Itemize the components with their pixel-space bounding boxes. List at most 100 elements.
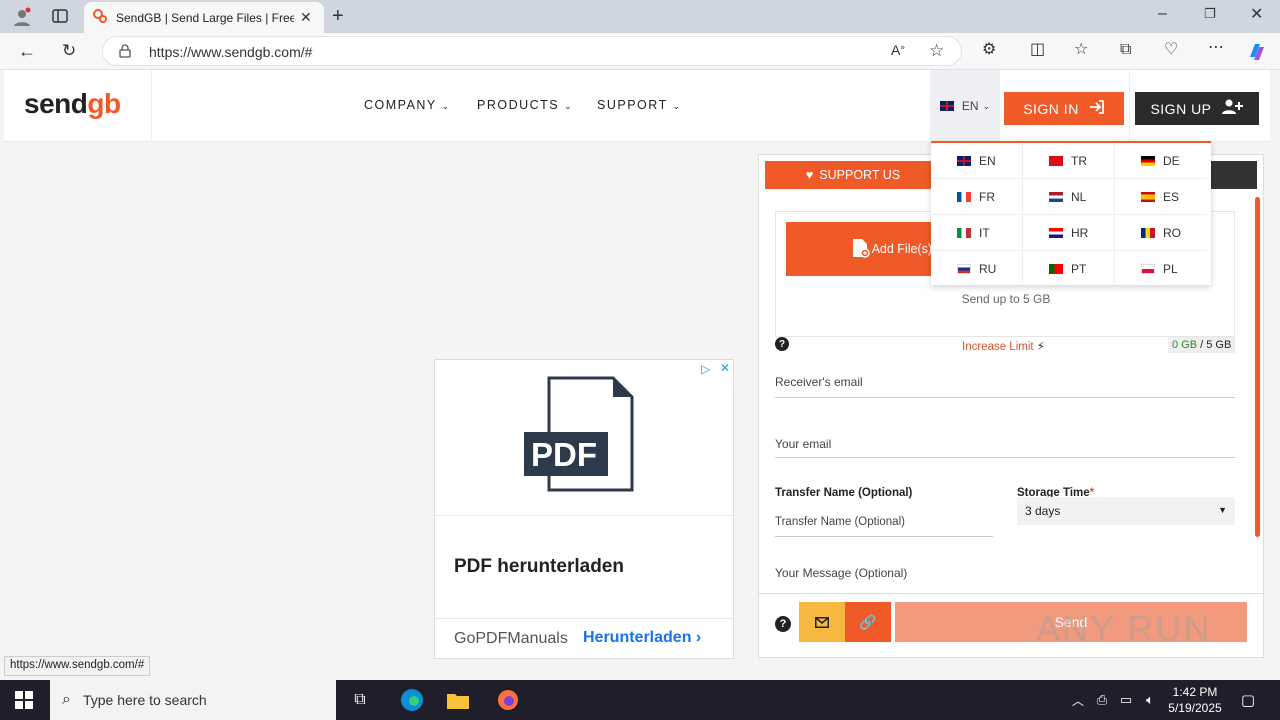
language-option-pt[interactable]: PT [1023,251,1115,287]
language-option-ro[interactable]: RO [1115,215,1207,251]
new-tab-icon[interactable]: + [332,6,344,26]
close-window-icon[interactable]: ✕ [1250,7,1263,23]
hr-flag-icon [1049,227,1063,238]
tab-actions-icon[interactable] [52,8,68,28]
language-option-en[interactable]: EN [931,143,1023,179]
ad-title[interactable]: PDF herunterladen [454,556,624,578]
nav-support[interactable]: SUPPORT ⌄ [597,98,682,112]
file-add-icon [852,238,870,261]
status-bar-url: https://www.sendgb.com/# [4,656,151,676]
close-tab-icon[interactable]: ✕ [300,9,312,26]
ad-cta-link[interactable]: Herunterladen › [583,629,701,647]
usb-icon[interactable]: ⎙ [1090,688,1114,712]
help-icon[interactable]: ? [775,337,789,351]
language-option-it[interactable]: IT [931,215,1023,251]
browser-essentials-icon[interactable]: ♡ [1164,42,1178,58]
sign-up-label: SIGN UP [1150,100,1212,117]
volume-icon[interactable]: 🔈︎ [1138,688,1162,712]
profile-icon[interactable] [12,7,32,31]
transfer-name-input[interactable]: Transfer Name (Optional) [775,516,993,528]
pt-flag-icon [1049,264,1063,274]
windows-start-icon[interactable] [12,688,36,712]
panel-top-bar[interactable] [1209,161,1257,189]
fr-flag-icon [957,191,971,202]
ad-brand[interactable]: GoPDFManuals [454,630,568,648]
language-option-nl[interactable]: NL [1023,179,1115,215]
language-option-ru[interactable]: RU [931,251,1023,287]
language-option-tr[interactable]: TR [1023,143,1115,179]
sign-up-button[interactable]: SIGN UP [1135,92,1259,125]
advertisement[interactable]: ▷ ✕ PDF PDF herunterladen GoPDFManuals H… [434,359,734,659]
caret-down-icon: ▼ [1218,505,1227,515]
receiver-email-input[interactable]: Receiver's email [775,375,1235,389]
favorite-star-icon[interactable]: ☆ [929,42,944,59]
message-input[interactable]: Your Message (Optional) [775,566,1235,580]
add-files-button[interactable]: Add File(s) [786,222,936,276]
browser-tab-bar: SendGB | Send Large Files | Free f ✕ + –… [0,0,1280,33]
language-code: ES [1163,189,1180,204]
language-option-es[interactable]: ES [1115,179,1207,215]
nav-company[interactable]: COMPANY ⌄ [364,98,451,112]
clock-date: 5/19/2025 [1168,701,1222,715]
more-menu-icon[interactable]: ⋯ [1208,40,1224,56]
taskbar-search[interactable]: ⌕ Type here to search [50,680,336,720]
edge-taskbar-icon[interactable] [398,688,426,712]
sendgb-logo[interactable]: sendgb [24,88,121,120]
storage-time-select[interactable]: 3 days ▼ [1017,497,1235,525]
usage-used: 0 GB [1172,339,1198,351]
back-icon[interactable]: ← [18,42,36,60]
nl-flag-icon [1049,191,1063,202]
nav-products-label: PRODUCTS [477,98,560,112]
logo-text-g: g [87,88,104,119]
ru-flag-icon [957,264,971,274]
show-hidden-icons-icon[interactable]: ︿ [1066,688,1090,712]
taskbar-clock[interactable]: 1:42 PM 5/19/2025 [1160,684,1230,716]
split-screen-icon[interactable]: ◫ [1030,42,1045,58]
firefox-icon[interactable] [496,688,520,712]
your-email-underline [775,457,1235,458]
nav-products[interactable]: PRODUCTS ⌄ [477,98,573,112]
increase-limit-label: Increase Limit [962,341,1034,353]
nav-support-label: SUPPORT [597,98,668,112]
search-icon: ⌕ [62,691,71,708]
transfer-name-label: Transfer Name (Optional) [775,487,913,499]
support-us-button[interactable]: ♥ SUPPORT US [765,161,941,189]
restore-icon[interactable]: ❐ [1204,7,1216,20]
ad-image[interactable]: PDF [435,360,733,516]
ad-footer[interactable]: GoPDFManuals Herunterladen › [435,618,733,658]
network-icon[interactable]: ▭ [1114,688,1138,712]
refresh-icon[interactable]: ↻ [62,42,76,59]
lock-icon[interactable] [119,44,131,61]
language-option-hr[interactable]: HR [1023,215,1115,251]
email-mode-button[interactable] [799,602,845,642]
notifications-icon[interactable]: ▢ [1236,688,1260,712]
usage-total: / 5 GB [1197,339,1232,351]
task-view-icon[interactable]: ⧉ [348,688,372,712]
minimize-icon[interactable]: – [1158,6,1167,22]
page-content: sendgb COMPANY ⌄ PRODUCTS ⌄ SUPPORT ⌄ EN… [0,70,1280,680]
language-selector[interactable]: EN ⌄ [930,70,1000,142]
logo-text-b: b [103,88,121,119]
transfer-name-underline [775,536,993,537]
help-icon[interactable]: ? [775,616,791,632]
copilot-icon[interactable] [1246,41,1268,67]
sign-in-button[interactable]: SIGN IN [1004,92,1124,125]
ad-cta-label: Herunterladen [583,629,692,646]
browser-toolbar: ← ↻ https://www.sendgb.com/# A» ☆ ⚙ ◫ ☆ … [0,33,1280,70]
favorites-icon[interactable]: ☆ [1074,42,1088,58]
panel-scrollbar[interactable] [1255,197,1260,537]
file-explorer-icon[interactable] [446,688,470,712]
collections-icon[interactable]: ⧉ [1120,42,1131,58]
link-mode-button[interactable]: 🔗 [845,602,891,642]
url-text[interactable]: https://www.sendgb.com/# [149,44,312,60]
your-email-input[interactable]: Your email [775,437,1235,451]
language-option-pl[interactable]: PL [1115,251,1207,287]
language-code: HR [1071,225,1089,240]
address-bar[interactable]: https://www.sendgb.com/# A» ☆ [102,36,962,66]
language-option-de[interactable]: DE [1115,143,1207,179]
browser-tab[interactable]: SendGB | Send Large Files | Free f ✕ [84,2,324,33]
increase-limit-link[interactable]: Increase Limit ⚡ [962,339,1045,353]
language-option-fr[interactable]: FR [931,179,1023,215]
read-aloud-icon[interactable]: A» [891,43,905,57]
extensions-icon[interactable]: ⚙ [982,42,996,58]
